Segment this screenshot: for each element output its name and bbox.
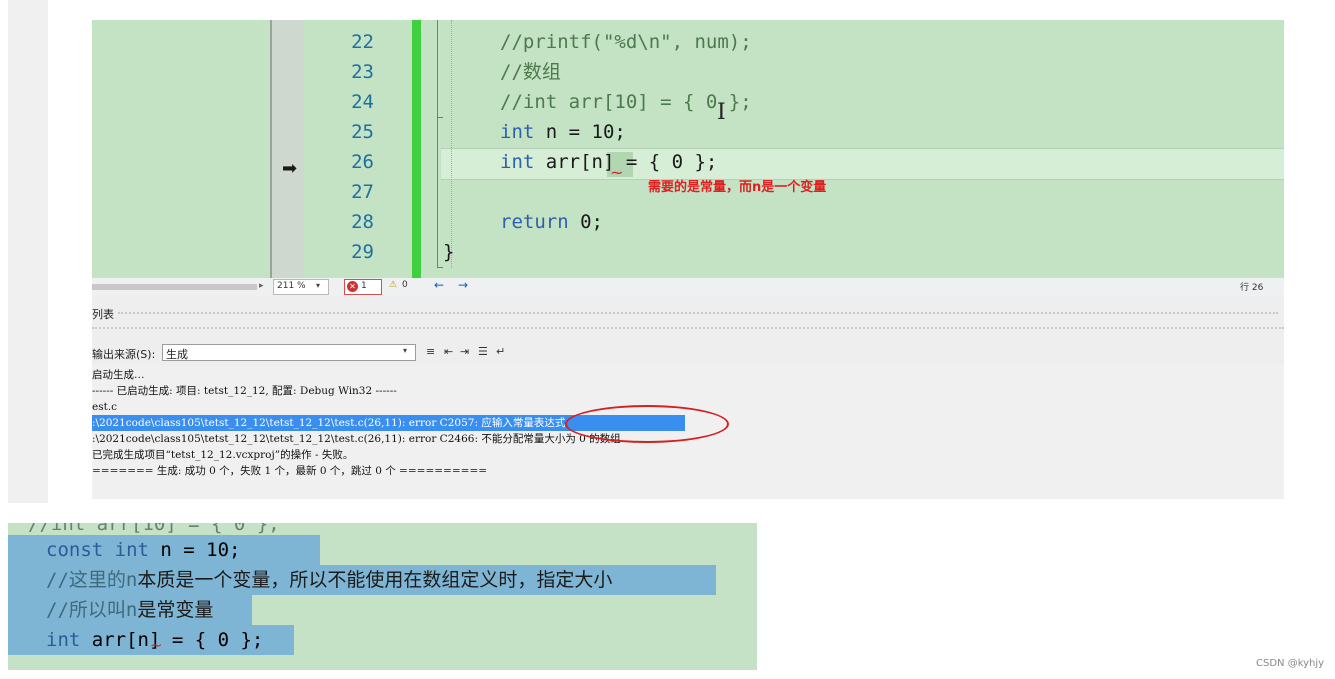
outline-tick (437, 117, 443, 118)
zoom-value: 211 % (277, 281, 306, 291)
keyword: int (500, 121, 535, 143)
line-number: 27 (351, 181, 374, 203)
keyword: return (500, 211, 569, 233)
comment-prefix: //所以叫 (46, 599, 126, 621)
warning-count: 0 (402, 280, 408, 290)
snippet-comment-line: //所以叫n是常变量 (8, 595, 252, 625)
variable-n: n (591, 151, 603, 173)
editor-status-bar: ▸ 211 % ▾ ✕ 1 ⚠ 0 ← → 行 26 (92, 278, 1284, 296)
change-tracking-bar (412, 20, 421, 278)
code-text: ] = { 0 }; (148, 629, 264, 651)
scroll-right-icon[interactable]: ▸ (259, 281, 264, 291)
comment-text: 是常变量 (137, 599, 214, 621)
line-number: 23 (351, 61, 374, 83)
word-wrap-icon[interactable]: ↵ (496, 345, 505, 358)
error-list-header: 列表 (92, 304, 1284, 322)
output-line: 启动生成… (92, 369, 145, 381)
horizontal-scrollbar[interactable] (92, 284, 257, 290)
text-cursor-icon: I (717, 100, 726, 125)
output-source-label: 输出来源(S): (92, 348, 156, 361)
output-window[interactable]: 启动生成… ------ 已启动生成: 项目: tetst_12_12, 配置:… (92, 365, 1284, 499)
error-icon: ✕ (347, 281, 358, 292)
error-squiggle: ~ (150, 636, 163, 654)
code-text: n = 10; (148, 539, 241, 561)
line-number: 29 (351, 241, 374, 263)
comment-prefix: //这里的 (46, 569, 126, 591)
output-error-line[interactable]: :\2021code\class105\tetst_12_12\tetst_12… (92, 415, 565, 431)
line-number: 22 (351, 31, 374, 53)
red-circle-annotation (565, 405, 729, 443)
current-statement-arrow-icon: ➡ (282, 158, 298, 179)
output-line: 已完成生成项目“tetst_12_12.vcxproj”的操作 - 失败。 (92, 449, 354, 461)
comment-n: n (125, 599, 138, 621)
code-text: arr[ (534, 151, 592, 173)
code-editor[interactable]: ➡ 22 23 24 25 26 27 28 29 //printf("%d\n… (92, 20, 1284, 278)
find-message-icon[interactable]: ≡ (426, 345, 435, 358)
cut-off-code-line: //int arr[10] = { 0 }; (28, 523, 280, 535)
panel-separator (92, 327, 1284, 329)
warning-icon[interactable]: ⚠ (389, 280, 397, 290)
line-number: 24 (351, 91, 374, 113)
comment-n: n (125, 569, 138, 591)
output-source-select[interactable]: 生成 ▾ (162, 344, 416, 361)
chevron-down-icon: ▾ (316, 281, 321, 290)
error-annotation: 需要的是常量，而n是一个变量 (648, 180, 827, 195)
watermark: CSDN @kyhjy (1256, 658, 1325, 669)
code-line-current: int arr[n] = { 0 }; (500, 147, 717, 177)
output-line: ------ 已启动生成: 项目: tetst_12_12, 配置: Debug… (92, 385, 397, 397)
keyword: const (46, 539, 104, 561)
outline-line (437, 20, 438, 268)
zoom-dropdown[interactable]: 211 % ▾ (273, 279, 329, 295)
next-message-icon[interactable]: ⇥ (460, 345, 469, 358)
ide-screenshot: ➡ 22 23 24 25 26 27 28 29 //printf("%d\n… (92, 20, 1284, 499)
previous-message-icon[interactable]: ⇤ (444, 345, 453, 358)
code-line: //int arr[10] = { 0 }; (500, 91, 752, 113)
keyword: int (500, 151, 535, 173)
code-text: 0; (568, 211, 603, 233)
code-text: arr[ (80, 629, 138, 651)
chevron-down-icon: ▾ (403, 346, 408, 355)
output-line: est.c (92, 401, 118, 413)
line-number: 26 (351, 151, 374, 173)
code-line: int n = 10; (500, 117, 626, 147)
clear-all-icon[interactable]: ☰ (478, 345, 488, 358)
indicator-margin (272, 20, 304, 278)
error-count-button[interactable]: ✕ 1 (344, 279, 382, 295)
code-snippet: //int arr[10] = { 0 }; const int n = 10;… (8, 523, 757, 670)
indent-guide (451, 20, 452, 268)
code-line: //数组 (500, 61, 561, 83)
header-grip (118, 312, 1278, 314)
snippet-line: const int n = 10; (8, 535, 320, 565)
code-line: //printf("%d\n", num); (500, 31, 752, 53)
outline-tick (437, 267, 443, 268)
left-gutter-strip (8, 0, 48, 503)
arrow-right-icon[interactable]: → (458, 278, 468, 292)
keyword: int (46, 629, 81, 651)
output-error-line[interactable]: :\2021code\class105\tetst_12_12\tetst_12… (92, 431, 621, 447)
error-squiggle: ~ (610, 163, 624, 182)
output-source-value: 生成 (166, 348, 188, 361)
output-toolbar: 输出来源(S): 生成 ▾ ≡ ⇤ ⇥ ☰ ↵ (92, 342, 1284, 364)
code-text: n = 10; (534, 121, 626, 143)
closing-brace: } (443, 241, 455, 263)
output-line: ======= 生成: 成功 0 个，失败 1 个，最新 0 个，跳过 0 个 … (92, 465, 488, 477)
line-number: 25 (351, 121, 374, 143)
variable-n: n (137, 629, 149, 651)
code-line: return 0; (500, 207, 603, 237)
error-list-title[interactable]: 列表 (92, 306, 114, 322)
snippet-comment-line: //这里的n本质是一个变量，所以不能使用在数组定义时，指定大小 (8, 565, 716, 595)
line-number: 28 (351, 211, 374, 233)
keyword: int (114, 539, 149, 561)
comment-text: 本质是一个变量，所以不能使用在数组定义时，指定大小 (137, 569, 613, 591)
editor-left-margin (92, 20, 270, 278)
error-count: 1 (361, 281, 367, 291)
line-indicator: 行 26 (1240, 283, 1264, 293)
arrow-left-icon[interactable]: ← (434, 278, 444, 292)
